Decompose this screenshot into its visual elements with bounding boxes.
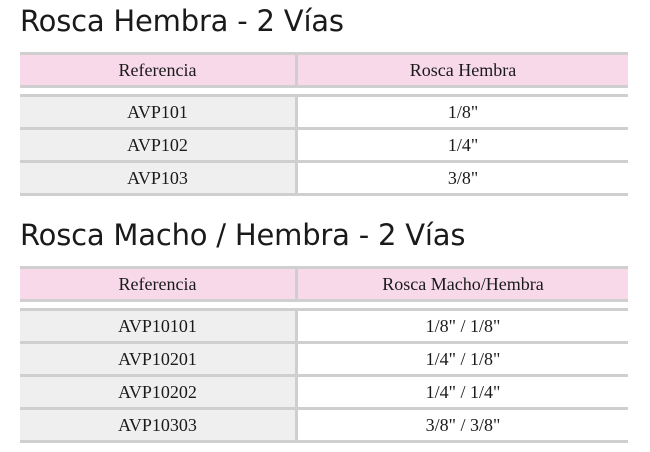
column-header-referencia: Referencia	[20, 269, 295, 299]
section-title: Rosca Hembra - 2 Vías	[20, 4, 344, 38]
cell-rosca: 1/8"	[298, 97, 628, 127]
table-row: AVP10202 1/4" / 1/4"	[20, 374, 628, 407]
cell-rosca: 3/8" / 3/8"	[298, 410, 628, 440]
column-header-referencia: Referencia	[20, 55, 295, 85]
cell-referencia: AVP102	[20, 130, 295, 160]
cell-referencia: AVP101	[20, 97, 295, 127]
product-table: Referencia Rosca Hembra AVP101 1/8" AVP1…	[20, 52, 628, 196]
cell-rosca: 1/4" / 1/8"	[298, 344, 628, 374]
table-row: AVP102 1/4"	[20, 127, 628, 160]
table-row: AVP10201 1/4" / 1/8"	[20, 341, 628, 374]
table-row: AVP103 3/8"	[20, 160, 628, 196]
cell-rosca: 3/8"	[298, 163, 628, 193]
cell-rosca: 1/4"	[298, 130, 628, 160]
table-row: AVP10303 3/8" / 3/8"	[20, 407, 628, 443]
table-row: AVP10101 1/8" / 1/8"	[20, 308, 628, 341]
cell-referencia: AVP10202	[20, 377, 295, 407]
cell-rosca: 1/8" / 1/8"	[298, 311, 628, 341]
cell-referencia: AVP10101	[20, 311, 295, 341]
cell-referencia: AVP103	[20, 163, 295, 193]
table-header: Referencia Rosca Macho/Hembra	[20, 266, 628, 302]
table-row: AVP101 1/8"	[20, 94, 628, 127]
section-title: Rosca Macho / Hembra - 2 Vías	[20, 218, 466, 252]
column-header-rosca: Rosca Macho/Hembra	[298, 269, 628, 299]
product-table: Referencia Rosca Macho/Hembra AVP10101 1…	[20, 266, 628, 443]
cell-referencia: AVP10201	[20, 344, 295, 374]
column-header-rosca: Rosca Hembra	[298, 55, 628, 85]
cell-referencia: AVP10303	[20, 410, 295, 440]
cell-rosca: 1/4" / 1/4"	[298, 377, 628, 407]
table-header: Referencia Rosca Hembra	[20, 52, 628, 88]
